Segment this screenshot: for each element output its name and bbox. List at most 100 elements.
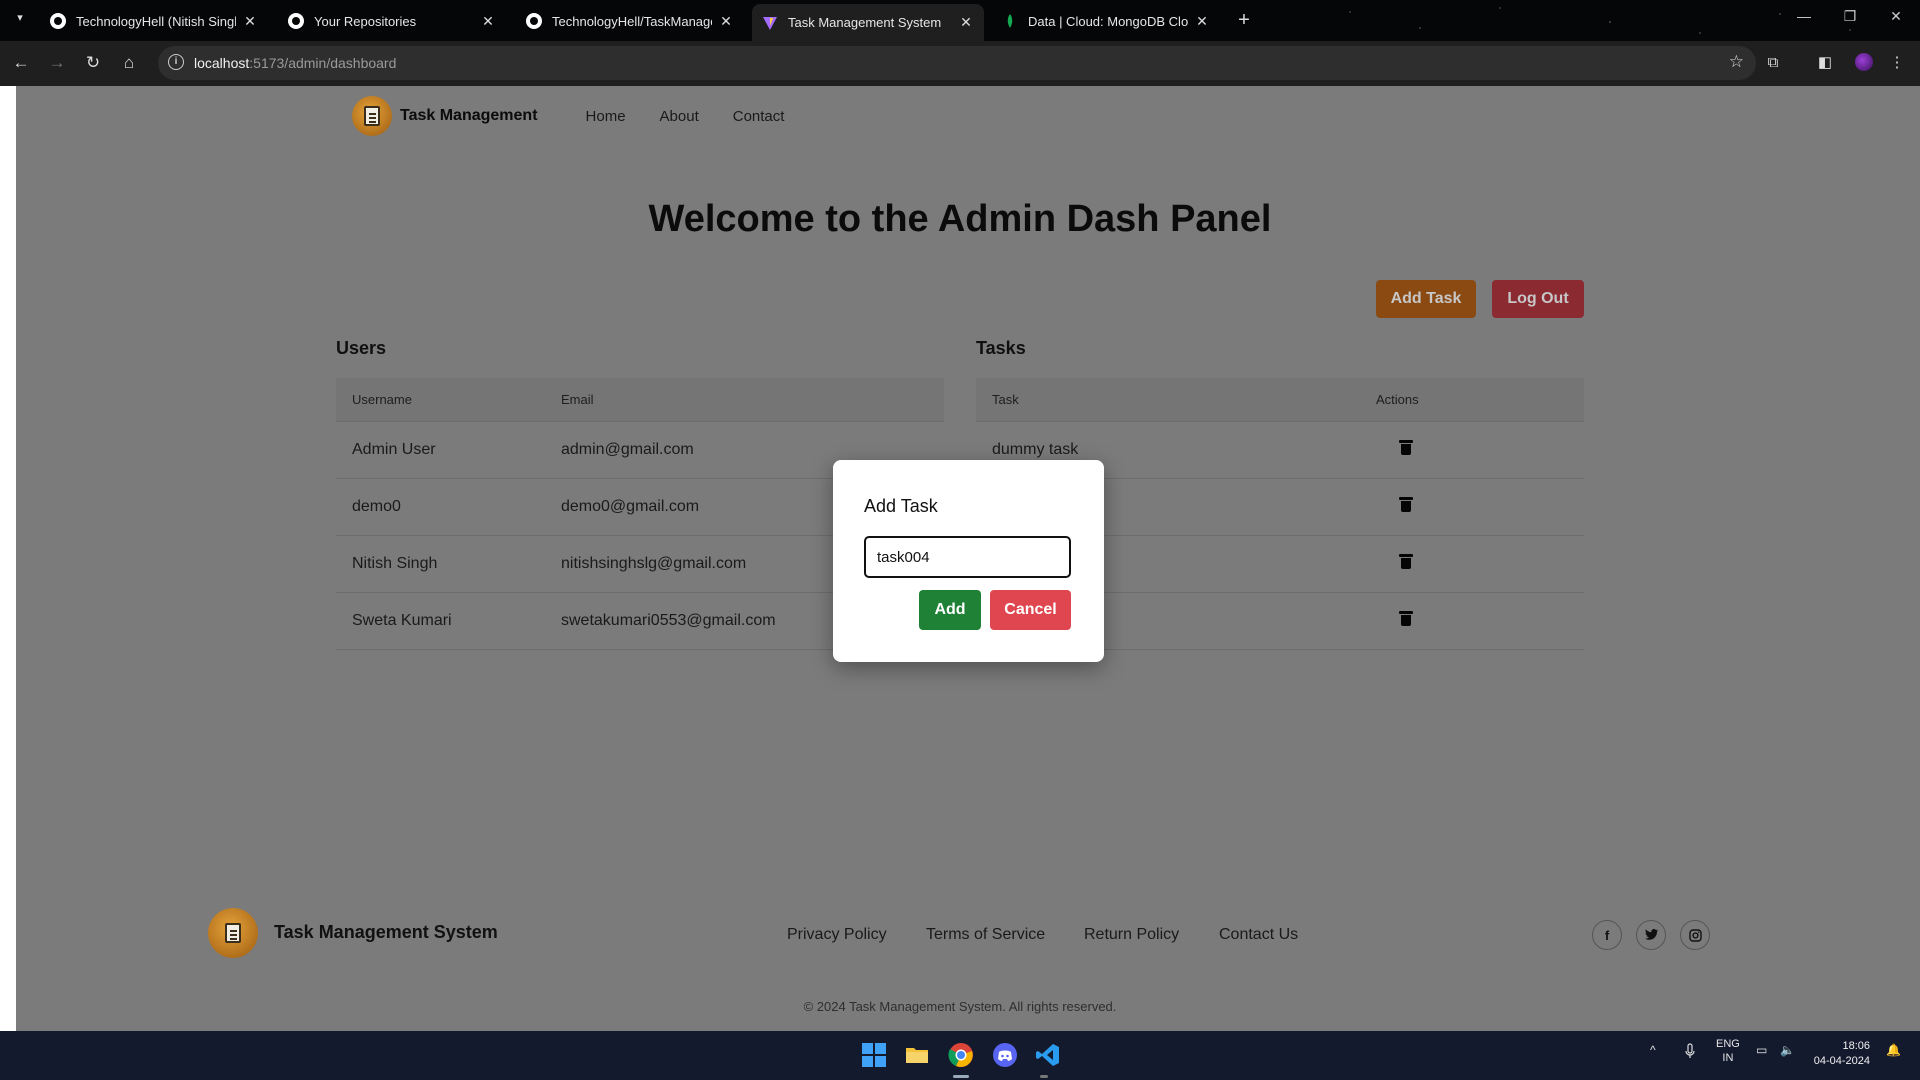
modal-add-button[interactable]: Add (919, 590, 981, 630)
trash-delete-icon[interactable] (1399, 440, 1413, 455)
username-cell: Nitish Singh (352, 555, 438, 572)
menu-kebab-icon[interactable]: ⋮ (1886, 52, 1908, 74)
windows-start-icon[interactable] (860, 1041, 888, 1069)
modal-cancel-button[interactable]: Cancel (990, 590, 1071, 630)
task-cell: dummy task (992, 441, 1079, 458)
top-navbar: Task Management Home About Contact (352, 96, 784, 136)
profile-avatar[interactable] (1855, 53, 1873, 71)
log-out-button[interactable]: Log Out (1492, 280, 1584, 318)
running-app-indicator (1040, 1075, 1048, 1078)
github-icon (526, 13, 542, 29)
column-header-email: Email (561, 392, 594, 407)
nav-link-about[interactable]: About (660, 108, 699, 125)
forward-arrow-icon[interactable]: → (46, 52, 68, 74)
chevron-up-icon[interactable]: ^ (1650, 1043, 1656, 1057)
trash-delete-icon[interactable] (1399, 554, 1413, 569)
username-cell: Admin User (352, 441, 436, 458)
close-icon[interactable]: ✕ (958, 14, 974, 31)
window-close-icon[interactable]: ✕ (1876, 8, 1916, 25)
users-table-header: Username Email (336, 378, 944, 422)
mongodb-leaf-icon (1002, 13, 1018, 29)
browser-tab-5[interactable]: Data | Cloud: MongoDB Cloud ✕ (992, 5, 1220, 37)
trash-delete-icon[interactable] (1399, 611, 1413, 626)
footer-link-return[interactable]: Return Policy (1084, 926, 1179, 944)
tab-title: Data | Cloud: MongoDB Cloud (1028, 13, 1188, 29)
navbar-brand[interactable]: Task Management (400, 107, 538, 125)
add-task-modal: Add Task Add Cancel (833, 460, 1104, 662)
bookmark-star-icon[interactable]: ☆ (1729, 52, 1744, 72)
vscode-icon[interactable] (1034, 1041, 1062, 1069)
username-cell: demo0 (352, 498, 401, 515)
footer-link-terms[interactable]: Terms of Service (926, 926, 1045, 944)
vite-icon (762, 15, 778, 31)
browser-tab-2[interactable]: Your Repositories ✕ (278, 5, 506, 37)
minimize-icon[interactable]: — (1784, 8, 1824, 24)
side-panel-icon[interactable]: ◧ (1814, 52, 1836, 74)
microphone-icon[interactable] (1684, 1043, 1696, 1062)
file-explorer-icon[interactable] (903, 1041, 931, 1069)
task-name-input[interactable] (864, 536, 1071, 578)
browser-tab-4-active[interactable]: Task Management System ✕ (752, 4, 984, 41)
copyright-text: © 2024 Task Management System. All right… (803, 999, 1117, 1014)
url-path: :5173/admin/dashboard (249, 55, 397, 71)
active-app-indicator (953, 1075, 969, 1078)
browser-tab-1[interactable]: TechnologyHell (Nitish Singh) ✕ (40, 5, 268, 37)
tasks-table-header: Task Actions (976, 378, 1584, 422)
system-clock[interactable]: 18:06 04-04-2024 (1808, 1039, 1870, 1069)
browser-toolbar: ← → ↻ ⌂ i localhost:5173/admin/dashboard… (0, 41, 1920, 86)
address-bar[interactable]: i localhost:5173/admin/dashboard ☆ (158, 46, 1756, 80)
github-icon (50, 13, 66, 29)
username-cell: Sweta Kumari (352, 612, 452, 629)
browser-tab-3[interactable]: TechnologyHell/TaskManageme ✕ (516, 5, 744, 37)
back-arrow-icon[interactable]: ← (10, 52, 32, 74)
home-icon[interactable]: ⌂ (118, 52, 140, 74)
email-cell: admin@gmail.com (561, 441, 694, 458)
page-title: Welcome to the Admin Dash Panel (648, 198, 1272, 240)
column-header-actions: Actions (1376, 392, 1419, 407)
clipboard-logo-icon[interactable] (352, 96, 392, 136)
language-code: ENG (1716, 1038, 1740, 1050)
add-task-button[interactable]: Add Task (1376, 280, 1476, 318)
tasks-section-title: Tasks (976, 338, 1026, 358)
close-icon[interactable]: ✕ (1194, 13, 1210, 30)
modal-title: Add Task (864, 496, 938, 516)
close-icon[interactable]: ✕ (242, 13, 258, 30)
clock-time: 18:06 (1842, 1040, 1870, 1052)
url-text: localhost:5173/admin/dashboard (194, 55, 396, 71)
tab-title: TechnologyHell (Nitish Singh) (76, 13, 236, 29)
facebook-icon[interactable]: f (1592, 920, 1622, 950)
twitter-icon[interactable] (1636, 920, 1666, 950)
windows-taskbar: ^ ENG IN ▭ 🔈 18:06 04-04-2024 🔔 (0, 1031, 1920, 1080)
notification-bell-icon[interactable]: 🔔 (1886, 1043, 1901, 1057)
footer-link-privacy[interactable]: Privacy Policy (787, 926, 887, 944)
nav-link-contact[interactable]: Contact (733, 108, 785, 125)
users-section-title: Users (336, 338, 387, 358)
browser-tab-bar: ▾ TechnologyHell (Nitish Singh) ✕ Your R… (0, 0, 1920, 41)
trash-delete-icon[interactable] (1399, 497, 1413, 512)
footer-clipboard-logo-icon[interactable] (208, 908, 258, 958)
page-viewport: Task Management Home About Contact Welco… (16, 86, 1920, 1031)
tab-title: Task Management System (788, 15, 942, 30)
url-host: localhost (194, 55, 250, 71)
new-tab-plus-icon[interactable]: + (1234, 9, 1254, 32)
github-icon (288, 13, 304, 29)
discord-icon[interactable] (991, 1041, 1019, 1069)
footer-brand: Task Management System (274, 922, 498, 942)
extensions-puzzle-icon[interactable]: ⧉ (1762, 52, 1784, 74)
nav-link-home[interactable]: Home (586, 108, 626, 125)
chrome-icon[interactable] (947, 1041, 975, 1069)
instagram-icon[interactable] (1680, 920, 1710, 950)
column-header-task: Task (992, 392, 1019, 407)
close-icon[interactable]: ✕ (718, 13, 734, 30)
site-info-icon[interactable]: i (168, 54, 184, 70)
reload-icon[interactable]: ↻ (82, 52, 104, 74)
restore-icon[interactable]: ❐ (1830, 8, 1870, 25)
tab-title: TechnologyHell/TaskManageme (552, 13, 712, 29)
close-icon[interactable]: ✕ (480, 13, 496, 30)
language-indicator[interactable]: ENG IN (1716, 1037, 1740, 1065)
footer-link-contact[interactable]: Contact Us (1219, 926, 1298, 944)
page-edge-strip (0, 86, 16, 1031)
volume-icon[interactable]: 🔈 (1780, 1043, 1795, 1057)
tab-search-chevron-icon[interactable]: ▾ (12, 11, 28, 27)
network-icon[interactable]: ▭ (1756, 1043, 1767, 1057)
